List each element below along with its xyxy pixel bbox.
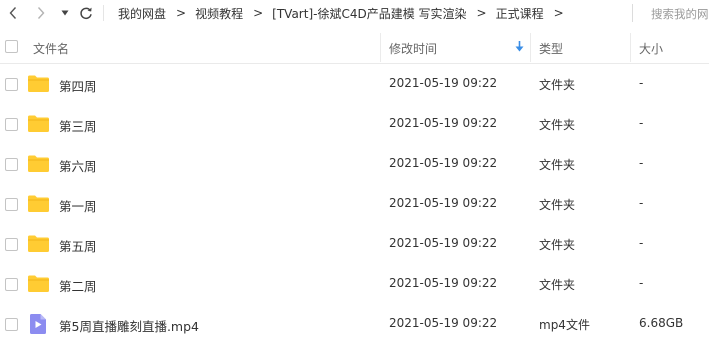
file-row[interactable]: 第一周 2021-05-19 09:22 文件夹 - xyxy=(0,184,709,224)
file-modified-date: 2021-05-19 09:22 xyxy=(389,116,498,130)
column-header-modified[interactable]: 修改时间 xyxy=(389,40,437,57)
column-header-type[interactable]: 类型 xyxy=(539,40,563,57)
file-name[interactable]: 第三周 xyxy=(59,116,97,135)
folder-icon xyxy=(28,275,49,292)
refresh-button[interactable] xyxy=(77,3,95,23)
file-name[interactable]: 第5周直播雕刻直播.mp4 xyxy=(59,316,199,335)
file-size: - xyxy=(639,236,644,250)
file-size: - xyxy=(639,156,644,170)
back-button[interactable] xyxy=(5,3,21,23)
folder-icon xyxy=(28,235,49,252)
file-name[interactable]: 第五周 xyxy=(59,236,97,255)
file-name[interactable]: 第六周 xyxy=(59,156,97,175)
folder-icon xyxy=(28,75,49,92)
file-row[interactable]: 第二周 2021-05-19 09:22 文件夹 - xyxy=(0,264,709,304)
file-type: 文件夹 xyxy=(539,238,576,252)
chevron-left-icon xyxy=(9,7,17,19)
breadcrumb-separator: > xyxy=(553,6,564,20)
breadcrumb-item-video-tutorials[interactable]: 视频教程 xyxy=(195,5,243,22)
sort-down-arrow-icon[interactable] xyxy=(515,41,524,52)
file-row[interactable]: 第六周 2021-05-19 09:22 文件夹 - xyxy=(0,144,709,184)
file-type: 文件夹 xyxy=(539,158,576,172)
file-type: 文件夹 xyxy=(539,278,576,292)
navigation-bar: 我的网盘 > 视频教程 > [TVart]-徐斌C4D产品建模 写实渲染 > 正… xyxy=(0,0,709,28)
column-divider[interactable] xyxy=(630,33,631,62)
refresh-icon xyxy=(80,7,92,20)
file-modified-date: 2021-05-19 09:22 xyxy=(389,156,498,170)
row-checkbox[interactable] xyxy=(5,78,18,91)
chevron-right-icon xyxy=(37,7,45,19)
file-size: - xyxy=(639,276,644,290)
file-row[interactable]: 第五周 2021-05-19 09:22 文件夹 - xyxy=(0,224,709,264)
row-checkbox[interactable] xyxy=(5,158,18,171)
nav-divider xyxy=(103,5,104,21)
video-file-icon xyxy=(30,314,46,334)
column-header-name[interactable]: 文件名 xyxy=(33,40,69,57)
file-name[interactable]: 第一周 xyxy=(59,196,97,215)
column-divider[interactable] xyxy=(380,33,381,62)
file-list-header xyxy=(0,32,709,63)
file-size: 6.68GB xyxy=(639,316,684,330)
breadcrumb-separator: > xyxy=(176,6,187,20)
search-divider xyxy=(632,4,633,22)
breadcrumb: 我的网盘 > 视频教程 > [TVart]-徐斌C4D产品建模 写实渲染 > 正… xyxy=(118,0,564,26)
caret-down-icon xyxy=(61,10,69,16)
column-divider[interactable] xyxy=(530,33,531,62)
file-name[interactable]: 第四周 xyxy=(59,76,97,95)
folder-icon xyxy=(28,195,49,212)
row-checkbox[interactable] xyxy=(5,238,18,251)
breadcrumb-item-official-course[interactable]: 正式课程 xyxy=(496,5,544,22)
file-modified-date: 2021-05-19 09:22 xyxy=(389,196,498,210)
row-checkbox[interactable] xyxy=(5,318,18,331)
folder-icon xyxy=(28,115,49,132)
select-all-checkbox[interactable] xyxy=(5,40,18,53)
forward-button[interactable] xyxy=(33,3,49,23)
search-input[interactable]: 搜索我的网 xyxy=(651,6,709,22)
file-modified-date: 2021-05-19 09:22 xyxy=(389,276,498,290)
file-name[interactable]: 第二周 xyxy=(59,276,97,295)
file-row[interactable]: 第四周 2021-05-19 09:22 文件夹 - xyxy=(0,64,709,104)
breadcrumb-item-my-drive[interactable]: 我的网盘 xyxy=(118,5,166,22)
file-row[interactable]: 第三周 2021-05-19 09:22 文件夹 - xyxy=(0,104,709,144)
file-type: 文件夹 xyxy=(539,198,576,212)
file-modified-date: 2021-05-19 09:22 xyxy=(389,236,498,250)
breadcrumb-separator: > xyxy=(253,6,264,20)
file-size: - xyxy=(639,196,644,210)
breadcrumb-separator: > xyxy=(476,6,487,20)
file-modified-date: 2021-05-19 09:22 xyxy=(389,76,498,90)
file-size: - xyxy=(639,76,644,90)
breadcrumb-item-course-folder[interactable]: [TVart]-徐斌C4D产品建模 写实渲染 xyxy=(272,5,466,22)
file-type: mp4文件 xyxy=(539,318,590,332)
column-header-size[interactable]: 大小 xyxy=(639,40,663,57)
file-type: 文件夹 xyxy=(539,78,576,92)
file-type: 文件夹 xyxy=(539,118,576,132)
file-row[interactable]: 第5周直播雕刻直播.mp4 2021-05-19 09:22 mp4文件 6.6… xyxy=(0,304,709,344)
folder-icon xyxy=(28,155,49,172)
row-checkbox[interactable] xyxy=(5,118,18,131)
file-size: - xyxy=(639,116,644,130)
row-checkbox[interactable] xyxy=(5,198,18,211)
row-checkbox[interactable] xyxy=(5,278,18,291)
file-modified-date: 2021-05-19 09:22 xyxy=(389,316,498,330)
history-dropdown-button[interactable] xyxy=(58,3,72,23)
